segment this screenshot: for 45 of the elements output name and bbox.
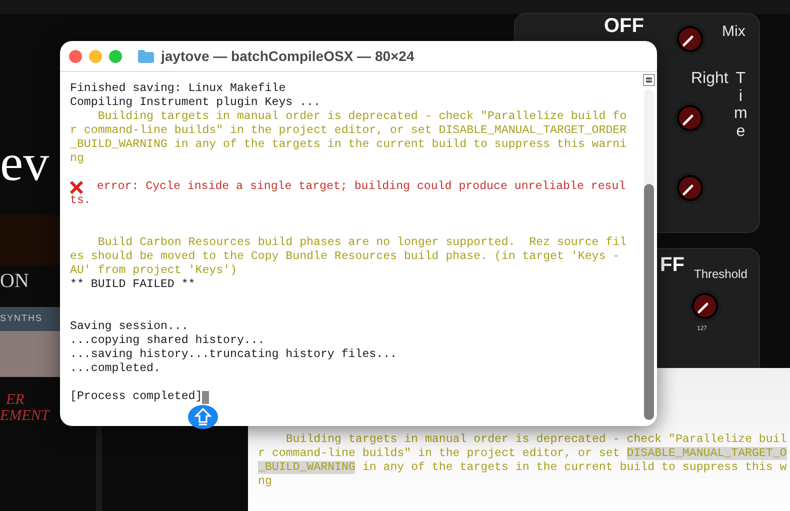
terminal-line: Compiling Instrument plugin Keys ...: [70, 95, 320, 110]
terminal-line: ng: [258, 474, 272, 490]
synth-thumbnail: [0, 331, 60, 377]
terminal-line: Building targets in manual order is deprecated - check "Parallelize buil: [284, 432, 787, 448]
terminal-line: _BUILD_WARNING in any of the targets in the current build to suppress this w: [258, 460, 787, 476]
terminal-line: ts.: [70, 193, 91, 210]
terminal-line: _BUILD_WARNING in any of the targets in the current build to suppress this warni: [70, 137, 627, 154]
knob[interactable]: [673, 22, 707, 56]
time-label: Time: [734, 70, 748, 140]
window-title: jaytove — batchCompileOSX — 80×24: [161, 46, 414, 66]
terminal-line: ** BUILD FAILED **: [70, 277, 196, 294]
terminal-line: [Process completed]: [70, 389, 202, 406]
mix-label: Mix: [722, 22, 746, 42]
terminal-line: r command-line builds" in the project editor, or set DISABLE_MANUAL_TARGET_ORDER: [70, 123, 627, 138]
logo-text: ev: [0, 138, 50, 190]
dynamics-switch[interactable]: FF: [660, 255, 684, 275]
terminal-line: Saving session...: [70, 319, 188, 334]
synth-banner: SYNTHS: [0, 307, 60, 331]
knob[interactable]: [673, 101, 707, 135]
terminal-line: r command-line builds" in the project editor, or set DISABLE_MANUAL_TARGET_O: [258, 446, 787, 462]
promo-text: EMENT: [0, 408, 50, 424]
error-x-icon: [70, 180, 83, 194]
terminal-line: Finished saving: Linux Makefile: [70, 81, 286, 96]
terminal-line: Building targets in manual order is deprecated - check "Parallelize build fo: [96, 109, 627, 124]
scrollbar-thumb[interactable]: [644, 184, 654, 420]
terminal-line: ...completed.: [70, 361, 160, 378]
button-label[interactable]: ON: [0, 271, 29, 291]
text-cursor: [202, 390, 210, 404]
terminal-line: error: Cycle inside a single target; building could produce unreliable resul: [96, 179, 626, 196]
terminal-line: Build Carbon Resources build phases are no longer supported. Rez source fil: [96, 235, 627, 250]
terminal-line: ...saving history...truncating history files...: [70, 347, 397, 362]
delay-switch[interactable]: OFF: [604, 16, 644, 36]
knob[interactable]: [688, 289, 722, 323]
terminal-line: AU' from project 'Keys'): [70, 263, 237, 278]
terminal-line: ...copying shared history...: [70, 333, 265, 348]
close-button[interactable]: [69, 50, 82, 62]
terminal-line: es should be moved to the Copy Bundle Resources build phase. (in target 'Keys -: [70, 249, 620, 264]
terminal-line: ng: [70, 151, 84, 168]
folder-icon: [138, 50, 154, 62]
knob[interactable]: [673, 171, 707, 205]
split-pane-icon[interactable]: [643, 74, 655, 86]
promo-text: ER: [4, 392, 26, 408]
right-label: Right: [691, 69, 728, 89]
threshold-label: Threshold: [694, 266, 748, 283]
artwork-panel: [0, 215, 60, 265]
